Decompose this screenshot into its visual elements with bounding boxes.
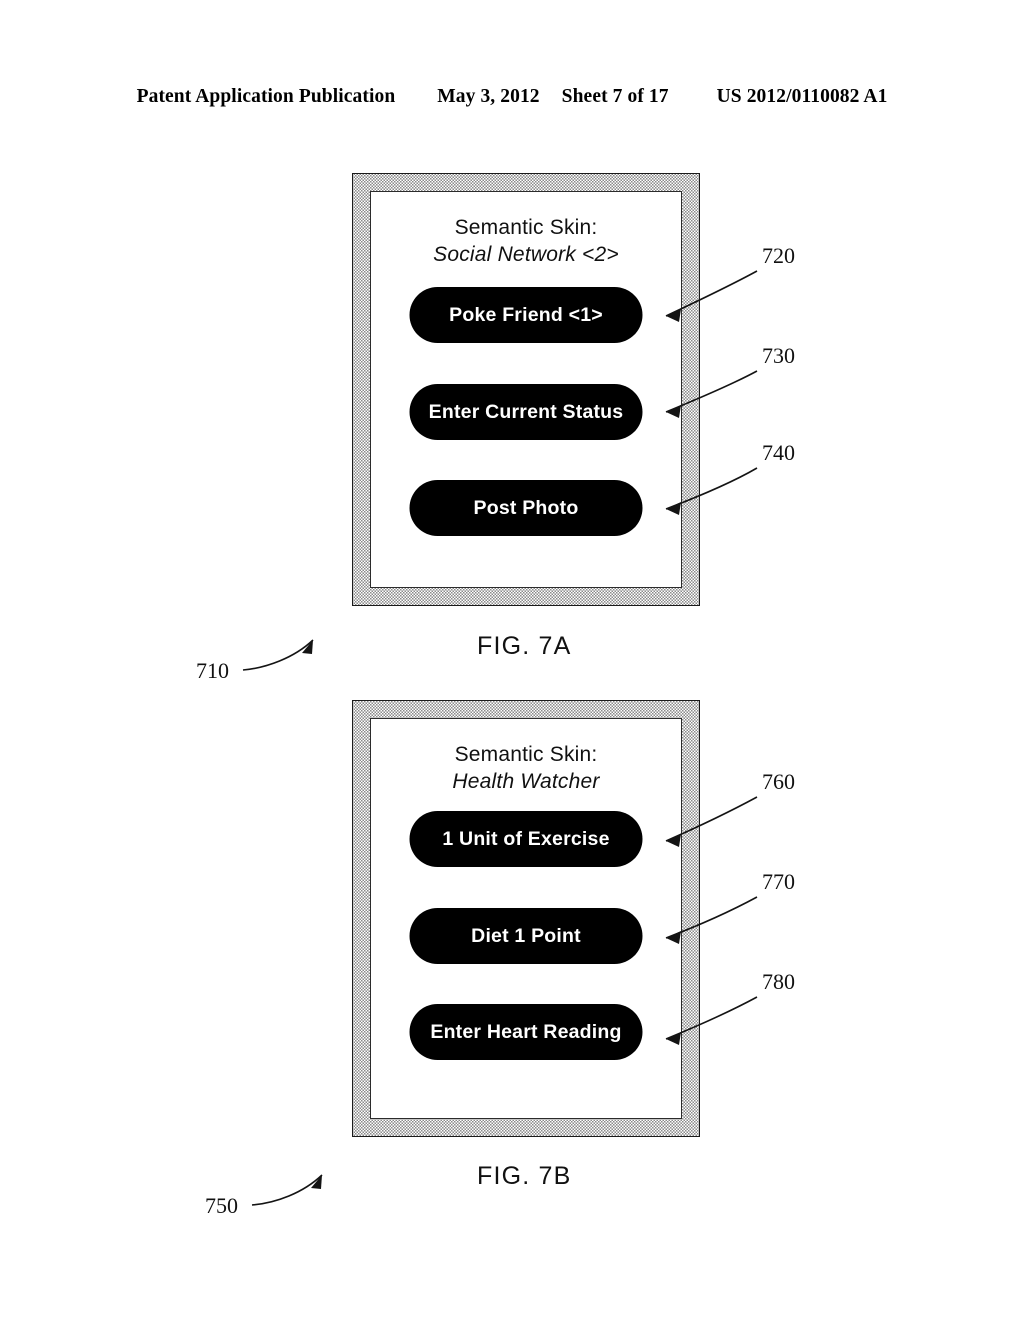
skin-button-enter-heart-reading[interactable]: Enter Heart Reading [409, 1004, 643, 1060]
header-publication-number: US 2012/0110082 A1 [716, 86, 888, 107]
skin-button-diet-one-point[interactable]: Diet 1 Point [409, 908, 643, 964]
semantic-skin-label-7b: Semantic Skin: [454, 743, 598, 766]
reference-numeral-730: 730 [762, 343, 795, 368]
reference-numeral-740: 740 [762, 440, 795, 465]
semantic-skin-title-7b: Semantic Skin: Health Watcher [371, 741, 681, 795]
skin-button-label: Poke Friend <1> [449, 303, 603, 326]
skin-button-post-photo[interactable]: Post Photo [409, 480, 643, 536]
semantic-skin-name-7b: Health Watcher [452, 770, 600, 793]
skin-button-label: Diet 1 Point [471, 924, 581, 947]
skin-button-enter-current-status[interactable]: Enter Current Status [409, 384, 643, 440]
skin-button-label: 1 Unit of Exercise [442, 827, 610, 850]
semantic-skin-label-7a: Semantic Skin: [454, 216, 598, 239]
header-date-label: May 3, 2012 [437, 86, 540, 107]
device-screen-7b: Semantic Skin: Health Watcher 1 Unit of … [370, 718, 682, 1119]
reference-numeral-770: 770 [762, 869, 795, 894]
leader-line-710 [242, 639, 314, 671]
semantic-skin-title-7a: Semantic Skin: Social Network <2> [371, 214, 681, 268]
reference-numeral-760: 760 [762, 769, 795, 794]
patent-header: Patent Application Publication May 3, 20… [0, 86, 1024, 116]
device-figure-7a: Semantic Skin: Social Network <2> Poke F… [352, 173, 700, 606]
figure-caption-7a: FIG. 7A [477, 632, 572, 660]
reference-numeral-720: 720 [762, 243, 795, 268]
reference-numeral-780: 780 [762, 969, 795, 994]
skin-button-label: Post Photo [473, 496, 579, 519]
skin-button-label: Enter Current Status [428, 400, 624, 423]
leader-line-750 [251, 1174, 323, 1206]
skin-button-one-unit-of-exercise[interactable]: 1 Unit of Exercise [409, 811, 643, 867]
semantic-skin-name-7a: Social Network <2> [433, 243, 619, 266]
skin-button-poke-friend[interactable]: Poke Friend <1> [409, 287, 643, 343]
header-publication-label: Patent Application Publication [136, 86, 396, 107]
skin-button-label: Enter Heart Reading [430, 1020, 622, 1043]
reference-numeral-710: 710 [196, 658, 229, 683]
reference-numeral-750: 750 [205, 1193, 238, 1218]
figure-caption-7b: FIG. 7B [477, 1162, 572, 1190]
header-sheet-label: Sheet 7 of 17 [561, 86, 669, 107]
device-screen-7a: Semantic Skin: Social Network <2> Poke F… [370, 191, 682, 588]
device-figure-7b: Semantic Skin: Health Watcher 1 Unit of … [352, 700, 700, 1137]
